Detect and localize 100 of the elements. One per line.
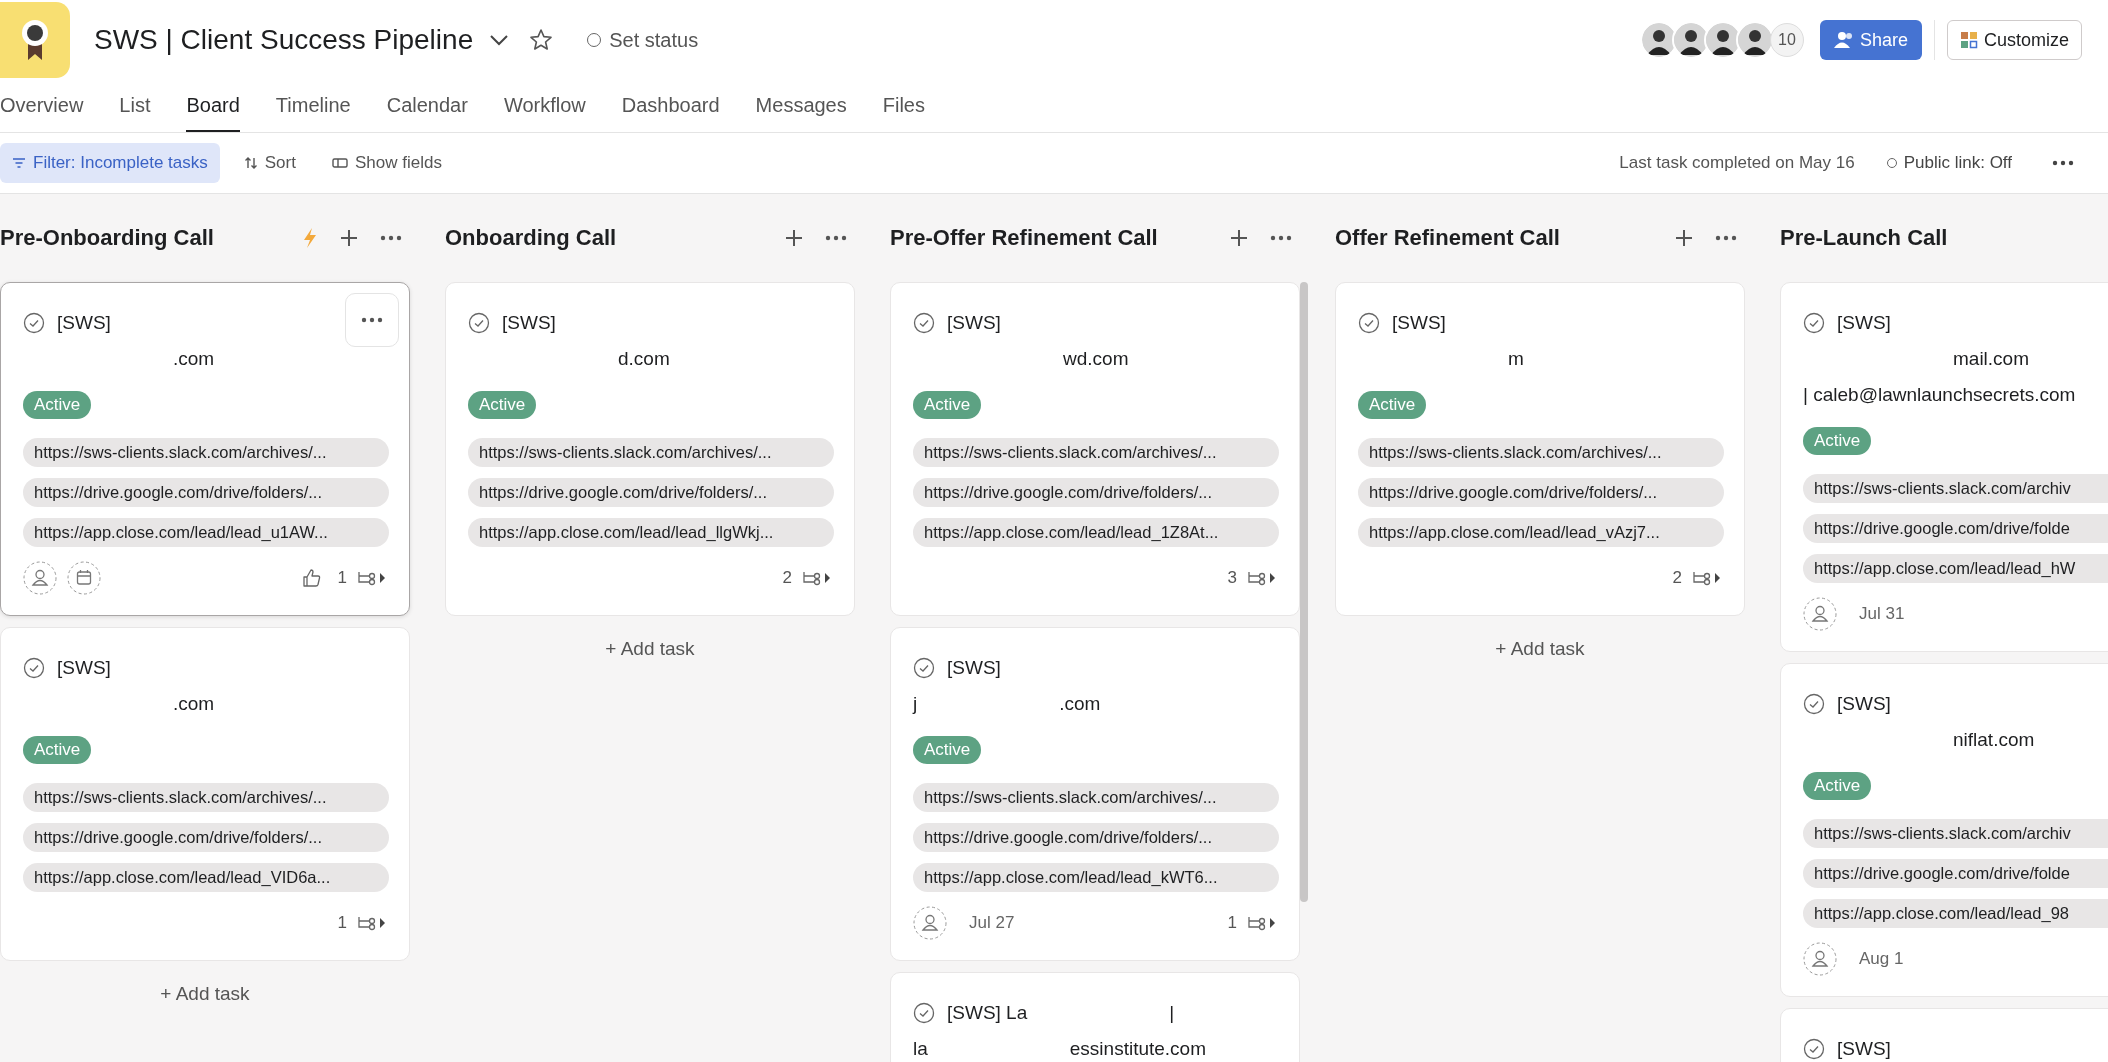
complete-check-icon[interactable] — [913, 1002, 935, 1024]
link-field[interactable]: https://sws-clients.slack.com/archiv — [1803, 819, 2108, 848]
view-tab[interactable]: Messages — [755, 80, 847, 132]
filter-button[interactable]: Filter: Incomplete tasks — [0, 143, 220, 183]
link-field[interactable]: https://drive.google.com/drive/folde — [1803, 859, 2108, 888]
add-icon[interactable] — [785, 229, 803, 247]
complete-check-icon[interactable] — [1358, 312, 1380, 334]
thumbs-up-icon[interactable] — [301, 568, 322, 588]
star-icon[interactable] — [529, 28, 554, 52]
link-field[interactable]: https://sws-clients.slack.com/archives/... — [23, 438, 389, 467]
avatar-icon[interactable] — [1735, 21, 1774, 59]
task-card[interactable]: [SWS] — [1780, 1008, 2108, 1062]
status-tag: Active — [913, 736, 982, 764]
task-card[interactable]: [SWS] mail.com | caleb@lawnlaunchsecrets.com Active https://sws-clients.slack.com/archiv https://drive.google.com/drive/folde https://app.close.com/lead/lead_hW Jul 31 — [1780, 282, 2108, 652]
link-field[interactable]: https://drive.google.com/drive/folders/... — [913, 478, 1279, 507]
add-task-button[interactable]: + Add task — [1487, 630, 1593, 668]
link-field[interactable]: https://app.close.com/lead/lead_vAzj7... — [1358, 518, 1724, 547]
task-card[interactable]: [SWS] niflat.com Active https://sws-clients.slack.com/archiv https://drive.google.com/drive/folde https://app.close.com/lead/lead_98 Aug 1 — [1780, 663, 2108, 997]
link-field[interactable]: https://app.close.com/lead/lead_u1AW... — [23, 518, 389, 547]
more-icon[interactable] — [2052, 160, 2074, 166]
assignee-icon[interactable] — [913, 906, 947, 940]
chevron-down-icon[interactable] — [489, 34, 510, 46]
task-card[interactable]: [SWS] .com Active https://sws-clients.slack.com/archives/... https://drive.google.com/drive/folders/... https://app.close.com/lead/lead_VID6a... 1 — [0, 627, 410, 961]
subtask-count[interactable]: 3 — [1227, 568, 1237, 588]
more-icon[interactable] — [825, 235, 847, 241]
subtask-count[interactable]: 2 — [1672, 568, 1682, 588]
link-field[interactable]: https://sws-clients.slack.com/archives/... — [913, 783, 1279, 812]
subtask-icon[interactable] — [1247, 915, 1277, 931]
add-task-button[interactable]: + Add task — [597, 630, 703, 668]
complete-check-icon[interactable] — [23, 657, 45, 679]
subtask-count[interactable]: 1 — [337, 913, 347, 933]
complete-check-icon[interactable] — [468, 312, 490, 334]
subtask-icon[interactable] — [1247, 570, 1277, 586]
more-icon[interactable] — [1270, 235, 1292, 241]
task-card[interactable]: [SWS] wd.com Active https://sws-clients.slack.com/archives/... https://drive.google.com/drive/folders/... https://app.close.com/lead/lead_1Z8At... 3 — [890, 282, 1300, 616]
show-fields-button[interactable]: Show fields — [319, 143, 454, 183]
share-button[interactable]: Share — [1819, 20, 1922, 60]
link-field[interactable]: https://sws-clients.slack.com/archives/... — [913, 438, 1279, 467]
link-field[interactable]: https://drive.google.com/drive/folders/... — [23, 823, 389, 852]
view-tab[interactable]: Files — [882, 80, 925, 132]
view-tab[interactable]: Workflow — [503, 80, 586, 132]
assignee-icon[interactable] — [23, 561, 57, 595]
view-tab[interactable]: Board — [186, 80, 240, 132]
subtask-count[interactable]: 1 — [337, 568, 347, 588]
link-field[interactable]: https://sws-clients.slack.com/archives/... — [1358, 438, 1724, 467]
task-card[interactable]: [SWS] La | la essinstitute.com — [890, 972, 1300, 1062]
complete-check-icon[interactable] — [1803, 312, 1825, 334]
public-link-button[interactable]: Public link: Off — [1874, 143, 2024, 183]
subtask-count[interactable]: 2 — [782, 568, 792, 588]
more-icon — [361, 317, 383, 323]
task-card[interactable]: [SWS] j .com Active https://sws-clients.slack.com/archives/... https://drive.google.com/drive/folders/... https://app.close.com/lead/lead_kWT6... Jul 27 1 — [890, 627, 1300, 961]
link-field[interactable]: https://drive.google.com/drive/folders/... — [913, 823, 1279, 852]
task-card[interactable]: [SWS] .com Active https://sws-clients.slack.com/archives/... https://drive.google.com/drive/folders/... https://app.close.com/lead/lead_u1AW... 1 — [0, 282, 410, 616]
link-field[interactable]: https://sws-clients.slack.com/archiv — [1803, 474, 2108, 503]
complete-check-icon[interactable] — [1803, 1038, 1825, 1060]
more-icon[interactable] — [1715, 235, 1737, 241]
scrollbar[interactable] — [1300, 282, 1308, 902]
task-card[interactable]: [SWS] m Active https://sws-clients.slack.com/archives/... https://drive.google.com/drive/folders/... https://app.close.com/lead/lead_vAzj7... 2 — [1335, 282, 1745, 616]
view-tab[interactable]: Dashboard — [621, 80, 720, 132]
link-field[interactable]: https://drive.google.com/drive/folders/... — [1358, 478, 1724, 507]
link-field[interactable]: https://app.close.com/lead/lead_1Z8At... — [913, 518, 1279, 547]
task-card[interactable]: [SWS] d.com Active https://sws-clients.slack.com/archives/... https://drive.google.com/drive/folders/... https://app.close.com/lead/lead_llgWkj... 2 — [445, 282, 855, 616]
subtask-icon[interactable] — [1692, 570, 1722, 586]
task-name-text: [SWS] — [1837, 693, 1891, 715]
add-icon[interactable] — [1230, 229, 1248, 247]
link-field[interactable]: https://sws-clients.slack.com/archives/... — [468, 438, 834, 467]
add-task-button[interactable]: + Add task — [152, 975, 258, 1013]
link-field[interactable]: https://app.close.com/lead/lead_VID6a... — [23, 863, 389, 892]
add-icon[interactable] — [1675, 229, 1693, 247]
subtask-icon[interactable] — [357, 915, 387, 931]
complete-check-icon[interactable] — [913, 657, 935, 679]
link-field[interactable]: https://app.close.com/lead/lead_llgWkj... — [468, 518, 834, 547]
set-status-button[interactable]: Set status — [581, 27, 705, 53]
calendar-icon[interactable] — [67, 561, 101, 595]
view-tab[interactable]: List — [119, 80, 151, 132]
more-icon[interactable] — [380, 235, 402, 241]
link-field[interactable]: https://app.close.com/lead/lead_kWT6... — [913, 863, 1279, 892]
member-count[interactable]: 10 — [1769, 23, 1804, 57]
complete-check-icon[interactable] — [913, 312, 935, 334]
link-field[interactable]: https://sws-clients.slack.com/archives/... — [23, 783, 389, 812]
assignee-icon[interactable] — [1803, 597, 1837, 631]
link-field[interactable]: https://drive.google.com/drive/folders/... — [23, 478, 389, 507]
view-tab[interactable]: Timeline — [275, 80, 351, 132]
subtask-icon[interactable] — [357, 570, 387, 586]
status-tag: Active — [1803, 772, 1872, 800]
customize-button[interactable]: Customize — [1946, 20, 2082, 60]
complete-check-icon[interactable] — [1803, 693, 1825, 715]
assignee-icon[interactable] — [1803, 942, 1837, 976]
link-field[interactable]: https://app.close.com/lead/lead_98 — [1803, 899, 2108, 928]
complete-check-icon[interactable] — [23, 312, 45, 334]
link-field[interactable]: https://drive.google.com/drive/folders/... — [468, 478, 834, 507]
view-tab[interactable]: Overview — [0, 80, 84, 132]
view-tab[interactable]: Calendar — [386, 80, 468, 132]
subtask-icon[interactable] — [802, 570, 832, 586]
link-field[interactable]: https://app.close.com/lead/lead_hW — [1803, 554, 2108, 583]
subtask-count[interactable]: 1 — [1227, 913, 1237, 933]
link-field[interactable]: https://drive.google.com/drive/folde — [1803, 514, 2108, 543]
task-name-text: la — [913, 1038, 928, 1060]
add-icon[interactable] — [340, 229, 358, 247]
sort-button[interactable]: Sort — [231, 143, 308, 183]
